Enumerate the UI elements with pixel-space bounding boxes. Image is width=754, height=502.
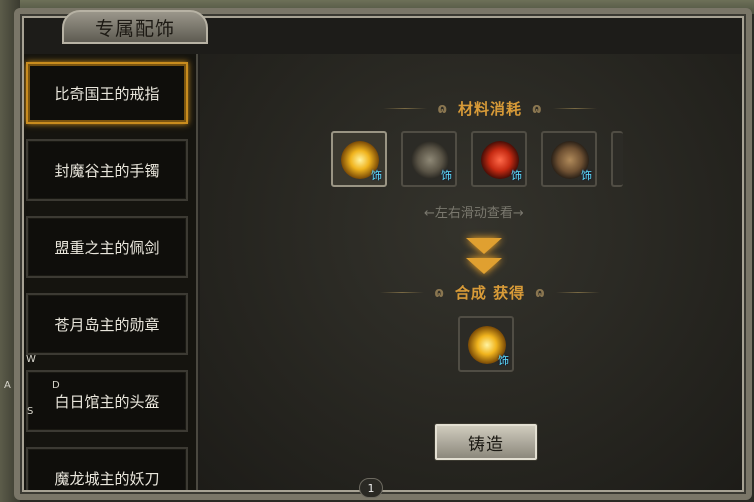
accessory-tag: 饰 bbox=[371, 169, 382, 182]
list-item-label: 魔龙城主的妖刀 bbox=[54, 469, 160, 488]
divider-left bbox=[380, 292, 425, 293]
forge-button[interactable]: 铸造 bbox=[435, 424, 537, 460]
accessory-tag: 饰 bbox=[441, 169, 452, 182]
accessory-list[interactable]: 比奇国王的戒指 封魔谷主的手镯 盟重之主的佩剑 苍月岛主的勋章 白日馆主的头盔 … bbox=[24, 54, 198, 490]
result-heading: 合成 获得 bbox=[454, 284, 526, 302]
list-item-label: 盟重之主的佩剑 bbox=[54, 238, 160, 257]
dialog-title-tab: 专属配饰 bbox=[62, 10, 208, 44]
divider-right bbox=[555, 292, 600, 293]
page-badge-number: 1 bbox=[367, 481, 375, 495]
materials-heading-row: ɷ 材料消耗 ɷ bbox=[350, 98, 630, 119]
list-item-label: 苍月岛主的勋章 bbox=[54, 315, 160, 334]
compass-letter-d: D bbox=[52, 380, 60, 391]
divider-right bbox=[552, 108, 597, 109]
compass-letter-s: S bbox=[27, 406, 34, 417]
material-slot-3[interactable]: 饰 bbox=[471, 131, 527, 187]
chevron-down-icon bbox=[466, 258, 502, 274]
list-item-helmet[interactable]: 白日馆主的头盔 bbox=[26, 370, 188, 432]
scroll-hint: ←左右滑动查看→ bbox=[424, 206, 524, 221]
material-slot-1[interactable]: 饰 bbox=[331, 131, 387, 187]
material-slot-2[interactable]: 饰 bbox=[401, 131, 457, 187]
list-item-bracelet[interactable]: 封魔谷主的手镯 bbox=[26, 139, 188, 201]
ornament-icon: ɷ bbox=[434, 284, 445, 301]
materials-heading: 材料消耗 bbox=[457, 100, 522, 118]
page-badge: 1 bbox=[359, 478, 383, 498]
dialog-title: 专属配饰 bbox=[94, 17, 175, 40]
ornament-icon: ɷ bbox=[437, 100, 448, 117]
list-item-king-ring[interactable]: 比奇国王的戒指 bbox=[26, 62, 188, 124]
list-item-blade[interactable]: 魔龙城主的妖刀 bbox=[26, 447, 188, 490]
list-item-medal[interactable]: 苍月岛主的勋章 bbox=[26, 293, 188, 355]
result-slot[interactable]: 饰 bbox=[458, 316, 514, 372]
result-heading-row: ɷ 合成 获得 ɷ bbox=[350, 282, 630, 303]
divider-left bbox=[383, 108, 428, 109]
list-item-label: 比奇国王的戒指 bbox=[54, 84, 160, 103]
material-slot-partial[interactable] bbox=[611, 131, 623, 187]
list-item-label: 封魔谷主的手镯 bbox=[54, 161, 160, 180]
accessory-tag: 饰 bbox=[581, 169, 592, 182]
chevron-down-icon bbox=[466, 238, 502, 254]
list-item-label: 白日馆主的头盔 bbox=[54, 392, 160, 411]
ornament-icon: ɷ bbox=[535, 284, 546, 301]
forge-button-label: 铸造 bbox=[468, 434, 504, 455]
material-slot-4[interactable]: 饰 bbox=[541, 131, 597, 187]
compass-letter-a: A bbox=[4, 380, 11, 391]
compass-letter-w: W bbox=[26, 354, 36, 365]
accessory-tag: 饰 bbox=[498, 354, 509, 367]
list-item-sword[interactable]: 盟重之主的佩剑 bbox=[26, 216, 188, 278]
ornament-icon: ɷ bbox=[532, 100, 543, 117]
accessory-tag: 饰 bbox=[511, 169, 522, 182]
